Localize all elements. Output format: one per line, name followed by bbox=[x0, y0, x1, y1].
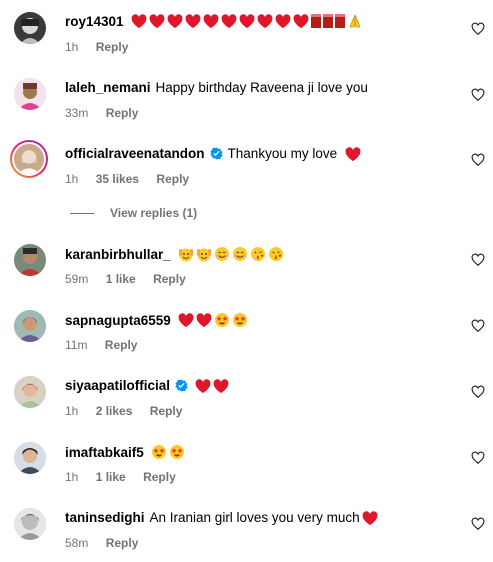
likes-count[interactable]: 1 like bbox=[106, 272, 136, 286]
heart-emoji-icon bbox=[176, 312, 194, 328]
comment-username[interactable]: roy14301 bbox=[65, 14, 124, 29]
comment-text: Thankyou my love bbox=[227, 146, 338, 162]
comment-time: 11m bbox=[65, 338, 88, 352]
reply-button[interactable]: Reply bbox=[96, 40, 129, 54]
comment-emojis bbox=[193, 378, 229, 394]
heart-outline-icon[interactable] bbox=[471, 22, 485, 36]
kiss-face-emoji-icon bbox=[266, 246, 284, 262]
star-eyes-face-emoji-icon bbox=[149, 444, 167, 460]
kiss-face-emoji-icon bbox=[248, 246, 266, 262]
star-eyes-face-emoji-icon bbox=[230, 312, 248, 328]
raising-hands-face-emoji-icon bbox=[194, 246, 212, 262]
heart-emoji-icon bbox=[201, 13, 219, 29]
reply-button[interactable]: Reply bbox=[156, 172, 189, 186]
heart-outline-icon[interactable] bbox=[471, 517, 485, 531]
star-eyes-face-emoji-icon bbox=[167, 444, 185, 460]
verified-badge-icon bbox=[175, 380, 188, 392]
likes-count[interactable]: 35 likes bbox=[96, 172, 139, 186]
heart-emoji-icon bbox=[211, 378, 229, 394]
comment-username[interactable]: taninsedighi bbox=[65, 510, 145, 525]
avatar[interactable] bbox=[14, 442, 46, 474]
heart-outline-icon[interactable] bbox=[471, 88, 485, 102]
heart-emoji-icon bbox=[291, 13, 309, 29]
heart-outline-icon[interactable] bbox=[471, 385, 485, 399]
heart-emoji-icon bbox=[193, 378, 211, 394]
reply-button[interactable]: Reply bbox=[150, 404, 183, 418]
heart-emoji-icon bbox=[273, 13, 291, 29]
heart-emoji-icon bbox=[360, 510, 378, 526]
comment-time: 33m bbox=[65, 106, 89, 120]
avatar[interactable] bbox=[14, 376, 46, 408]
smiling-face-emoji-icon bbox=[230, 246, 248, 262]
heart-emoji-icon bbox=[183, 13, 201, 29]
smiling-face-emoji-icon bbox=[212, 246, 230, 262]
comment-username[interactable]: siyaapatilofficial bbox=[65, 378, 170, 393]
likes-count[interactable]: 2 likes bbox=[96, 404, 133, 418]
comment-time: 1h bbox=[65, 404, 79, 418]
comment-time: 58m bbox=[65, 536, 89, 550]
verified-badge-icon bbox=[209, 148, 223, 160]
reply-button[interactable]: Reply bbox=[153, 272, 186, 286]
comment-text: An Iranian girl loves you very much bbox=[149, 510, 360, 526]
comment-username[interactable]: imaftabkaif5 bbox=[65, 445, 144, 460]
comment-emojis bbox=[129, 13, 363, 29]
heart-emoji-icon bbox=[129, 13, 147, 29]
comment-emojis bbox=[343, 146, 361, 162]
heart-emoji-icon bbox=[194, 312, 212, 328]
reply-button[interactable]: Reply bbox=[106, 106, 139, 120]
comment-emojis bbox=[360, 510, 378, 526]
heart-emoji-icon bbox=[165, 13, 183, 29]
comment-username[interactable]: sapnagupta6559 bbox=[65, 313, 171, 328]
avatar[interactable] bbox=[14, 12, 46, 44]
heart-emoji-icon bbox=[343, 146, 361, 162]
avatar bbox=[12, 142, 46, 176]
comment-username[interactable]: karanbirbhullar_ bbox=[65, 247, 171, 262]
comment-emojis bbox=[149, 444, 185, 460]
folded-hands-emoji-icon bbox=[345, 13, 363, 29]
view-replies-button[interactable]: View replies (1) bbox=[70, 206, 197, 220]
reply-button[interactable]: Reply bbox=[143, 470, 176, 484]
avatar[interactable] bbox=[14, 78, 46, 110]
comment-text: Happy birthday Raveena ji love you bbox=[155, 80, 368, 95]
view-replies-label: View replies (1) bbox=[110, 206, 198, 220]
avatar[interactable] bbox=[14, 508, 46, 540]
likes-count[interactable]: 1 like bbox=[96, 470, 126, 484]
comment-time: 1h bbox=[65, 172, 79, 186]
star-eyes-face-emoji-icon bbox=[212, 312, 230, 328]
reply-button[interactable]: Reply bbox=[105, 338, 138, 352]
flag-red-emoji-icon bbox=[309, 13, 321, 29]
comment-username[interactable]: officialraveenatandon bbox=[65, 146, 205, 161]
heart-emoji-icon bbox=[219, 13, 237, 29]
story-ring-avatar[interactable] bbox=[10, 140, 48, 178]
comment-time: 1h bbox=[65, 40, 79, 54]
heart-emoji-icon bbox=[255, 13, 273, 29]
heart-outline-icon[interactable] bbox=[471, 319, 485, 333]
comment-emojis bbox=[176, 312, 248, 328]
comment-emojis bbox=[176, 246, 284, 262]
heart-emoji-icon bbox=[147, 13, 165, 29]
heart-outline-icon[interactable] bbox=[471, 253, 485, 267]
avatar[interactable] bbox=[14, 310, 46, 342]
reply-button[interactable]: Reply bbox=[106, 536, 139, 550]
divider-line bbox=[70, 212, 94, 214]
heart-outline-icon[interactable] bbox=[471, 451, 485, 465]
avatar[interactable] bbox=[14, 244, 46, 276]
heart-emoji-icon bbox=[237, 13, 255, 29]
flag-red-emoji-icon bbox=[321, 13, 333, 29]
comment-time: 1h bbox=[65, 470, 79, 484]
comment-username[interactable]: laleh_nemani bbox=[65, 80, 151, 95]
comment-time: 59m bbox=[65, 272, 89, 286]
heart-outline-icon[interactable] bbox=[471, 153, 485, 167]
flag-red-emoji-icon bbox=[333, 13, 345, 29]
raising-hands-face-emoji-icon bbox=[176, 246, 194, 262]
